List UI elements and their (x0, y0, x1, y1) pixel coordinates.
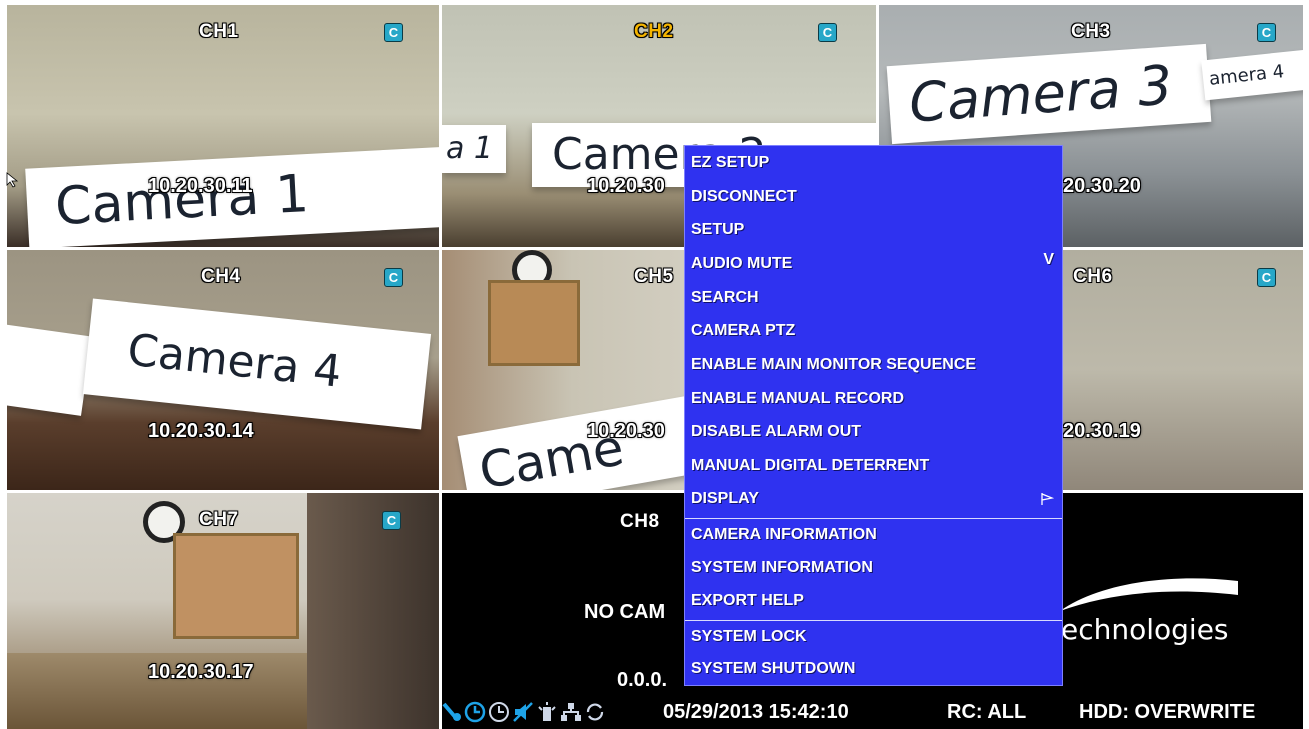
channel-label: CH8 (620, 511, 660, 532)
camera-ip: 10.20.30.14 (148, 420, 254, 442)
camera-ip: 10.20.30 (587, 420, 665, 442)
status-rc: RC: ALL (947, 701, 1027, 723)
alarm-icon (538, 702, 556, 721)
camera-sign: a 1 (442, 125, 506, 173)
status-datetime: 05/29/2013 15:42:10 (663, 701, 849, 723)
menu-item-enable-main-monitor-sequence[interactable]: ENABLE MAIN MONITOR SEQUENCE (691, 350, 1054, 380)
menu-item-manual-digital-deterrent[interactable]: MANUAL DIGITAL DETERRENT (691, 451, 1054, 481)
network-icon (442, 702, 461, 721)
status-hdd: HDD: OVERWRITE (1079, 701, 1256, 723)
menu-separator (685, 518, 1062, 519)
camera-tile-ch7[interactable]: CH7 C 10.20.30.17 (7, 493, 439, 729)
connection-badge: C (382, 511, 401, 530)
camera-ip: 10.20.30 (587, 175, 665, 197)
door-frame (307, 493, 439, 729)
cork-board (173, 533, 299, 639)
connection-badge: C (384, 268, 403, 287)
channel-label: CH1 (199, 21, 239, 42)
network-tree-icon (561, 703, 581, 721)
connection-badge: C (818, 23, 837, 42)
menu-item-camera-information[interactable]: CAMERA INFORMATION (691, 520, 1054, 550)
camera-ip: 0.0.0. (617, 669, 668, 691)
sync-icon (586, 703, 604, 721)
channel-label: CH5 (634, 266, 674, 287)
connection-badge: C (1257, 268, 1276, 287)
menu-item-disconnect[interactable]: DISCONNECT (691, 182, 1054, 212)
status-icons (440, 698, 652, 726)
menu-item-disable-alarm-out[interactable]: DISABLE ALARM OUT (691, 417, 1054, 447)
checkmark: V (1043, 251, 1054, 268)
channel-label: CH3 (1071, 21, 1111, 42)
camera-ip: 20.30.19 (1063, 420, 1141, 442)
menu-item-system-information[interactable]: SYSTEM INFORMATION (691, 553, 1054, 583)
mute-icon (513, 702, 533, 722)
channel-label: CH6 (1073, 266, 1113, 287)
clock-icon (489, 702, 509, 722)
camera-tile-ch1[interactable]: Camera 1 CH1 C 10.20.30.11 (7, 5, 439, 247)
logo-swoosh (1060, 578, 1238, 611)
context-menu: EZ SETUP DISCONNECT SETUP AUDIO MUTE V S… (684, 145, 1063, 686)
submenu-arrow-icon (1041, 493, 1054, 505)
channel-label: CH4 (201, 266, 241, 287)
menu-item-system-shutdown[interactable]: SYSTEM SHUTDOWN (691, 654, 1054, 684)
menu-separator (685, 620, 1062, 621)
channel-label: CH7 (199, 509, 239, 530)
logo-text: echnologies (1061, 613, 1229, 646)
menu-item-enable-manual-record[interactable]: ENABLE MANUAL RECORD (691, 384, 1054, 414)
mouse-cursor-icon (6, 172, 19, 188)
connection-badge: C (384, 23, 403, 42)
menu-item-ez-setup[interactable]: EZ SETUP (691, 148, 1054, 178)
camera-ip: 10.20.30.17 (148, 661, 254, 683)
menu-item-export-help[interactable]: EXPORT HELP (691, 586, 1054, 616)
menu-item-display[interactable]: DISPLAY (691, 484, 1054, 514)
connection-badge: C (1257, 23, 1276, 42)
menu-item-setup[interactable]: SETUP (691, 215, 1054, 245)
channel-label: CH2 (634, 21, 674, 42)
cork-board (488, 280, 580, 366)
camera-tile-ch4[interactable]: Camera 4 CH4 C 10.20.30.14 (7, 250, 439, 490)
menu-item-system-lock[interactable]: SYSTEM LOCK (691, 622, 1054, 652)
camera-ip: 20.30.20 (1063, 175, 1141, 197)
camera-sign (7, 324, 93, 416)
menu-item-search[interactable]: SEARCH (691, 283, 1054, 313)
menu-item-audio-mute[interactable]: AUDIO MUTE V (691, 249, 1054, 279)
schedule-icon (464, 701, 486, 723)
no-camera-text: NO CAM (584, 601, 666, 623)
camera-ip: 10.20.30.11 (148, 175, 253, 197)
menu-item-camera-ptz[interactable]: CAMERA PTZ (691, 316, 1054, 346)
